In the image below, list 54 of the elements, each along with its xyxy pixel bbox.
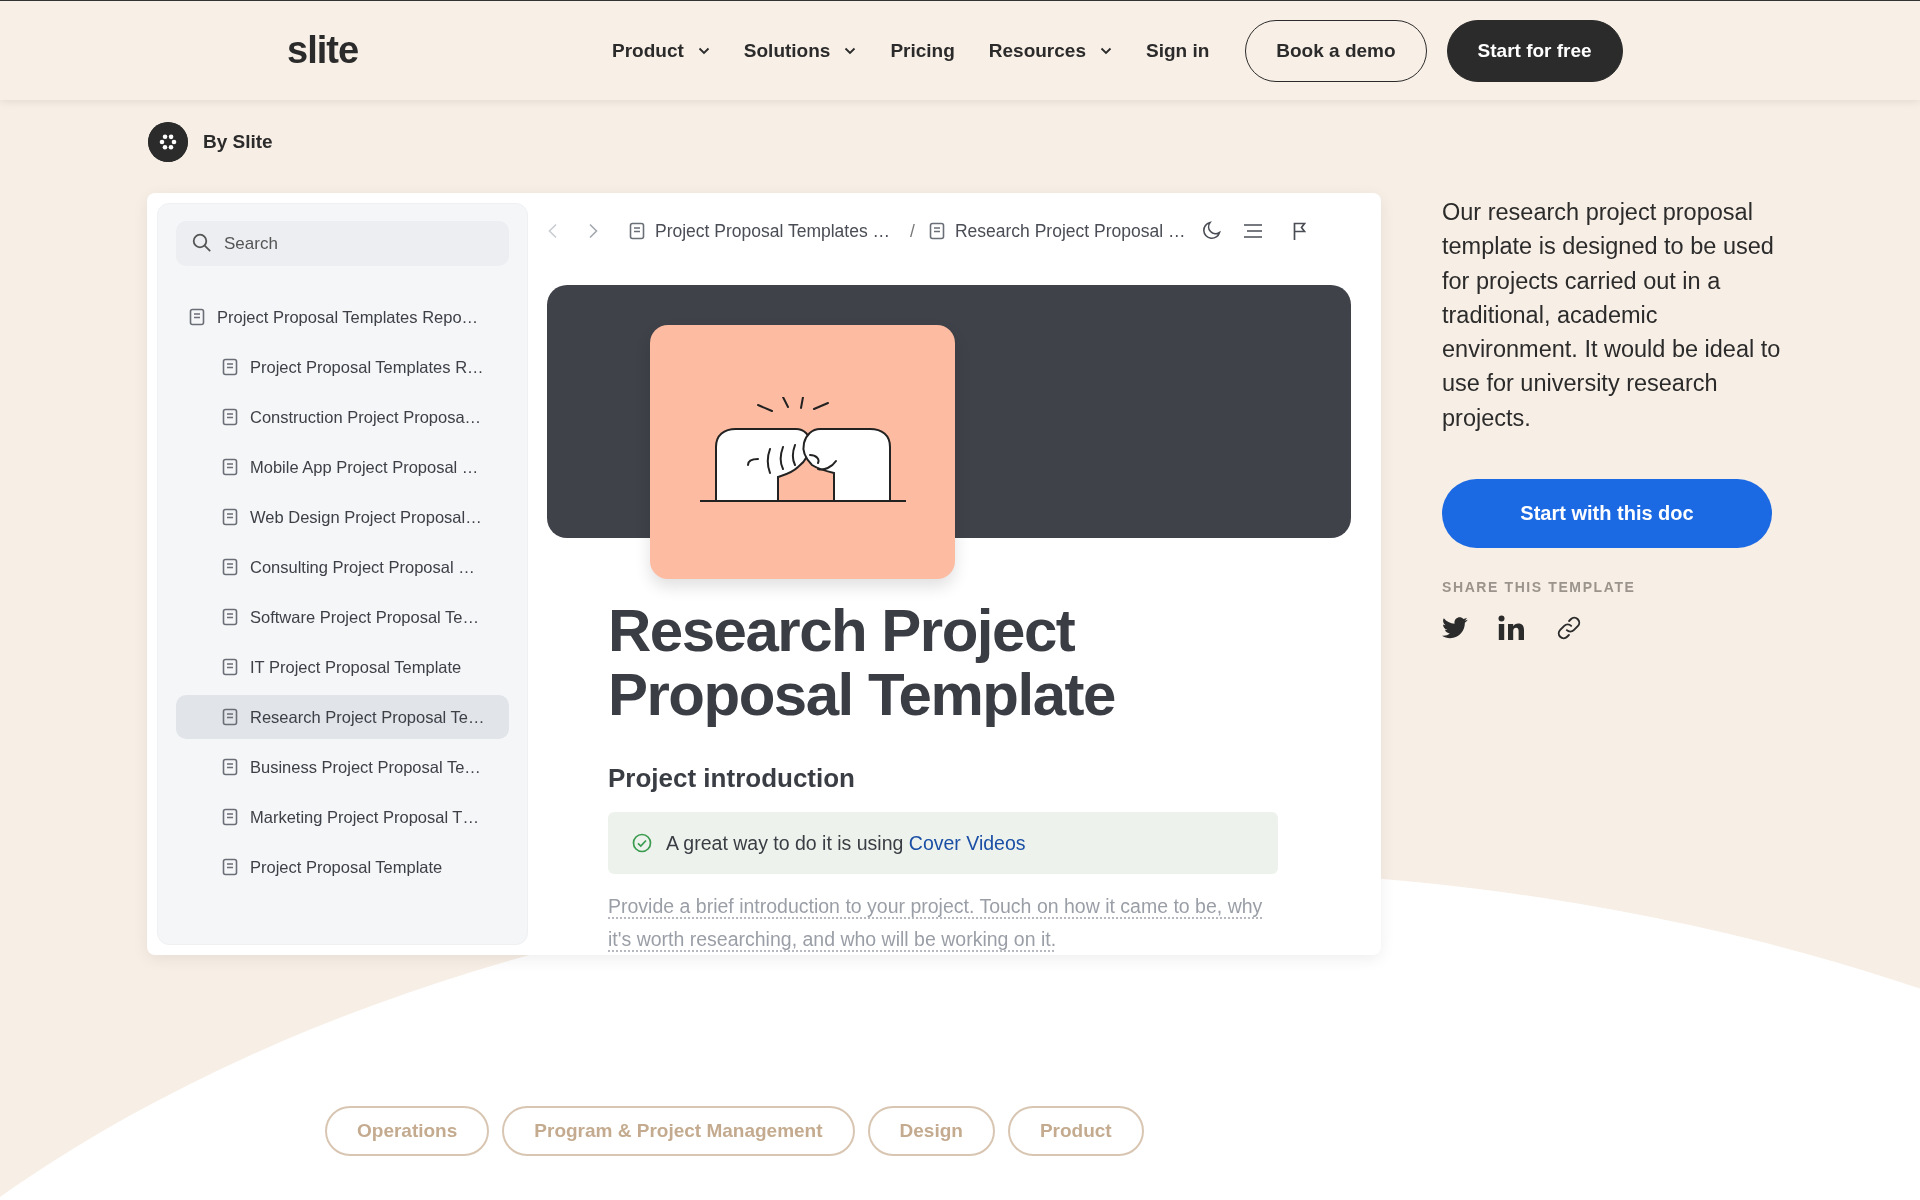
- check-circle-icon: [632, 833, 652, 853]
- outline-icon[interactable]: [1243, 223, 1264, 239]
- document-icon: [222, 708, 238, 726]
- document-icon: [222, 608, 238, 626]
- sidebar-item[interactable]: Project Proposal Template: [176, 845, 509, 889]
- nav-link[interactable]: Solutions: [743, 39, 857, 62]
- template-description: Our research project proposal template is designed to be used for projects carried out in a traditional, academic environment. It would be ideal to use for university research projects.: [1442, 198, 1782, 433]
- start-button[interactable]: Start for free: [1446, 19, 1623, 82]
- start-with-doc-button[interactable]: Start with this doc: [1442, 479, 1772, 549]
- breadcrumb-link[interactable]: Project Proposal Templates …: [629, 220, 891, 242]
- document-icon: [928, 222, 945, 240]
- sidebar-item[interactable]: Consulting Project Proposal …: [176, 545, 509, 589]
- author-label: By Slite: [203, 131, 273, 153]
- document-title: Research Project Proposal Template: [608, 599, 1116, 727]
- breadcrumb-link[interactable]: Research Project Proposal …: [928, 220, 1186, 242]
- link-button[interactable]: [1556, 615, 1582, 642]
- document-icon: [629, 222, 645, 240]
- nav-link[interactable]: Product: [612, 39, 710, 62]
- document-icon: [189, 308, 205, 326]
- nav-link[interactable]: Pricing: [890, 39, 955, 62]
- sidebar-item[interactable]: Mobile App Project Proposal …: [176, 445, 509, 489]
- document-icon: [222, 658, 238, 676]
- linkedin-button[interactable]: [1498, 615, 1526, 642]
- document-icon: [222, 758, 238, 776]
- section-heading: Project introduction: [608, 763, 856, 794]
- placeholder-paragraph: Provide a brief introduction to your project. Touch on how it came to be, why it's worth researching, and who will be working on it.: [608, 894, 1264, 952]
- author-avatar-icon: [148, 122, 188, 162]
- flag-icon[interactable]: [1293, 222, 1308, 240]
- document-icon: [222, 508, 238, 526]
- search-field[interactable]: Search: [176, 221, 509, 266]
- nav-link[interactable]: Sign in: [1145, 39, 1210, 62]
- sidebar-item[interactable]: Business Project Proposal Te…: [176, 745, 509, 789]
- sidebar-item[interactable]: IT Project Proposal Template: [176, 645, 509, 689]
- moon-icon[interactable]: [1201, 221, 1222, 241]
- sidebar-item[interactable]: Marketing Project Proposal T…: [176, 795, 509, 839]
- document-icon: [222, 458, 238, 476]
- document-icon: [222, 558, 238, 576]
- logo[interactable]: slite: [287, 29, 359, 72]
- document-icon: [222, 358, 238, 376]
- document-icon: [222, 858, 238, 876]
- share-label: SHARE THIS TEMPLATE: [1442, 579, 1637, 596]
- breadcrumb-separator: /: [910, 220, 915, 242]
- sidebar-item[interactable]: Project Proposal Templates R…: [176, 345, 509, 389]
- document-icon: [222, 408, 238, 426]
- cover-videos-link[interactable]: Cover Videos: [908, 831, 1026, 854]
- callout-text: A great way to do it is using Cover Videos: [666, 831, 1026, 855]
- sidebar-item[interactable]: Project Proposal Templates Repo…: [176, 295, 509, 339]
- twitter-button[interactable]: [1442, 617, 1468, 640]
- sidebar-item[interactable]: Web Design Project Proposal…: [176, 495, 509, 539]
- document-icon: [222, 808, 238, 826]
- sidebar-item[interactable]: Software Project Proposal Te…: [176, 595, 509, 639]
- sidebar-item[interactable]: Research Project Proposal Te…: [176, 695, 509, 739]
- sidebar-item[interactable]: Construction Project Proposa…: [176, 395, 509, 439]
- nav-link[interactable]: Resources: [988, 39, 1112, 62]
